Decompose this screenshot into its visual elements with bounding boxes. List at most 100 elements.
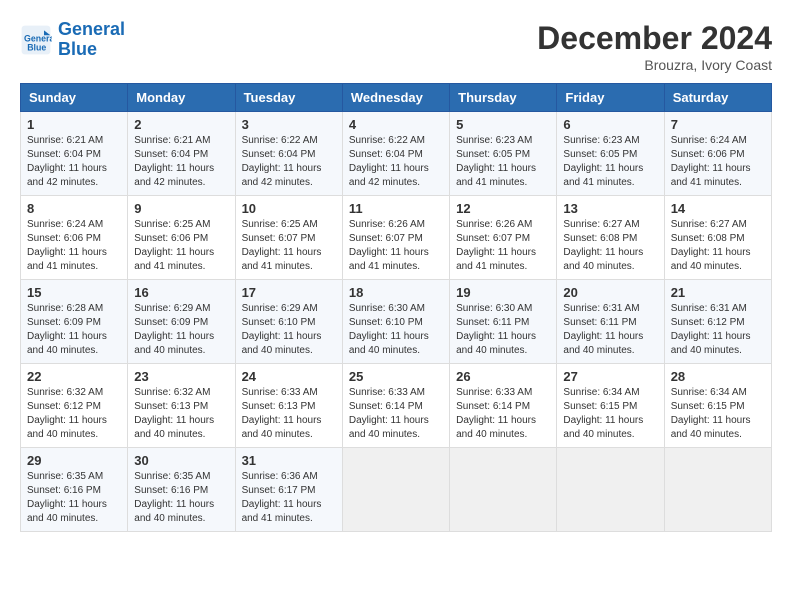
calendar-table: Sunday Monday Tuesday Wednesday Thursday…	[20, 83, 772, 532]
calendar-cell: 13 Sunrise: 6:27 AM Sunset: 6:08 PM Dayl…	[557, 196, 664, 280]
day-info: Sunrise: 6:24 AM Sunset: 6:06 PM Dayligh…	[27, 218, 121, 274]
day-info: Sunrise: 6:31 AM Sunset: 6:12 PM Dayligh…	[671, 302, 765, 358]
day-number: 25	[349, 369, 443, 384]
header-monday: Monday	[128, 84, 235, 112]
calendar-cell: 28 Sunrise: 6:34 AM Sunset: 6:15 PM Dayl…	[664, 364, 771, 448]
day-info: Sunrise: 6:34 AM Sunset: 6:15 PM Dayligh…	[563, 386, 657, 442]
calendar-cell: 23 Sunrise: 6:32 AM Sunset: 6:13 PM Dayl…	[128, 364, 235, 448]
logo: General Blue General Blue	[20, 20, 125, 60]
calendar-cell: 11 Sunrise: 6:26 AM Sunset: 6:07 PM Dayl…	[342, 196, 449, 280]
day-number: 12	[456, 201, 550, 216]
calendar-cell: 6 Sunrise: 6:23 AM Sunset: 6:05 PM Dayli…	[557, 112, 664, 196]
calendar-cell: 27 Sunrise: 6:34 AM Sunset: 6:15 PM Dayl…	[557, 364, 664, 448]
day-number: 29	[27, 453, 121, 468]
day-number: 7	[671, 117, 765, 132]
calendar-cell: 9 Sunrise: 6:25 AM Sunset: 6:06 PM Dayli…	[128, 196, 235, 280]
day-number: 16	[134, 285, 228, 300]
day-number: 14	[671, 201, 765, 216]
day-number: 3	[242, 117, 336, 132]
day-info: Sunrise: 6:29 AM Sunset: 6:10 PM Dayligh…	[242, 302, 336, 358]
calendar-cell	[342, 448, 449, 532]
calendar-cell	[450, 448, 557, 532]
day-info: Sunrise: 6:35 AM Sunset: 6:16 PM Dayligh…	[134, 470, 228, 526]
calendar-cell: 19 Sunrise: 6:30 AM Sunset: 6:11 PM Dayl…	[450, 280, 557, 364]
header-tuesday: Tuesday	[235, 84, 342, 112]
day-info: Sunrise: 6:33 AM Sunset: 6:14 PM Dayligh…	[456, 386, 550, 442]
calendar-cell: 31 Sunrise: 6:36 AM Sunset: 6:17 PM Dayl…	[235, 448, 342, 532]
calendar-cell: 21 Sunrise: 6:31 AM Sunset: 6:12 PM Dayl…	[664, 280, 771, 364]
calendar-cell: 14 Sunrise: 6:27 AM Sunset: 6:08 PM Dayl…	[664, 196, 771, 280]
calendar-cell: 24 Sunrise: 6:33 AM Sunset: 6:13 PM Dayl…	[235, 364, 342, 448]
day-number: 6	[563, 117, 657, 132]
day-info: Sunrise: 6:35 AM Sunset: 6:16 PM Dayligh…	[27, 470, 121, 526]
day-info: Sunrise: 6:21 AM Sunset: 6:04 PM Dayligh…	[134, 134, 228, 190]
calendar-cell: 16 Sunrise: 6:29 AM Sunset: 6:09 PM Dayl…	[128, 280, 235, 364]
calendar-cell	[664, 448, 771, 532]
day-info: Sunrise: 6:23 AM Sunset: 6:05 PM Dayligh…	[456, 134, 550, 190]
calendar-subtitle: Brouzra, Ivory Coast	[537, 57, 772, 73]
day-info: Sunrise: 6:28 AM Sunset: 6:09 PM Dayligh…	[27, 302, 121, 358]
header-saturday: Saturday	[664, 84, 771, 112]
day-info: Sunrise: 6:36 AM Sunset: 6:17 PM Dayligh…	[242, 470, 336, 526]
day-number: 26	[456, 369, 550, 384]
day-number: 22	[27, 369, 121, 384]
calendar-week-1: 1 Sunrise: 6:21 AM Sunset: 6:04 PM Dayli…	[21, 112, 772, 196]
day-info: Sunrise: 6:22 AM Sunset: 6:04 PM Dayligh…	[242, 134, 336, 190]
day-info: Sunrise: 6:33 AM Sunset: 6:13 PM Dayligh…	[242, 386, 336, 442]
day-info: Sunrise: 6:32 AM Sunset: 6:13 PM Dayligh…	[134, 386, 228, 442]
day-info: Sunrise: 6:26 AM Sunset: 6:07 PM Dayligh…	[456, 218, 550, 274]
calendar-cell: 8 Sunrise: 6:24 AM Sunset: 6:06 PM Dayli…	[21, 196, 128, 280]
calendar-cell: 12 Sunrise: 6:26 AM Sunset: 6:07 PM Dayl…	[450, 196, 557, 280]
day-info: Sunrise: 6:27 AM Sunset: 6:08 PM Dayligh…	[671, 218, 765, 274]
day-info: Sunrise: 6:29 AM Sunset: 6:09 PM Dayligh…	[134, 302, 228, 358]
day-number: 30	[134, 453, 228, 468]
day-number: 13	[563, 201, 657, 216]
day-info: Sunrise: 6:24 AM Sunset: 6:06 PM Dayligh…	[671, 134, 765, 190]
logo-icon: General Blue	[20, 24, 52, 56]
day-info: Sunrise: 6:34 AM Sunset: 6:15 PM Dayligh…	[671, 386, 765, 442]
header-thursday: Thursday	[450, 84, 557, 112]
day-info: Sunrise: 6:30 AM Sunset: 6:10 PM Dayligh…	[349, 302, 443, 358]
day-number: 15	[27, 285, 121, 300]
calendar-cell: 4 Sunrise: 6:22 AM Sunset: 6:04 PM Dayli…	[342, 112, 449, 196]
calendar-cell: 17 Sunrise: 6:29 AM Sunset: 6:10 PM Dayl…	[235, 280, 342, 364]
day-number: 10	[242, 201, 336, 216]
day-info: Sunrise: 6:21 AM Sunset: 6:04 PM Dayligh…	[27, 134, 121, 190]
calendar-cell: 18 Sunrise: 6:30 AM Sunset: 6:10 PM Dayl…	[342, 280, 449, 364]
logo-line1: General	[58, 19, 125, 39]
day-number: 27	[563, 369, 657, 384]
calendar-cell: 7 Sunrise: 6:24 AM Sunset: 6:06 PM Dayli…	[664, 112, 771, 196]
day-info: Sunrise: 6:25 AM Sunset: 6:06 PM Dayligh…	[134, 218, 228, 274]
day-number: 5	[456, 117, 550, 132]
calendar-cell: 5 Sunrise: 6:23 AM Sunset: 6:05 PM Dayli…	[450, 112, 557, 196]
calendar-cell: 20 Sunrise: 6:31 AM Sunset: 6:11 PM Dayl…	[557, 280, 664, 364]
calendar-body: 1 Sunrise: 6:21 AM Sunset: 6:04 PM Dayli…	[21, 112, 772, 532]
day-info: Sunrise: 6:33 AM Sunset: 6:14 PM Dayligh…	[349, 386, 443, 442]
day-info: Sunrise: 6:30 AM Sunset: 6:11 PM Dayligh…	[456, 302, 550, 358]
logo-text: General Blue	[58, 20, 125, 60]
svg-text:Blue: Blue	[27, 42, 46, 52]
calendar-cell: 3 Sunrise: 6:22 AM Sunset: 6:04 PM Dayli…	[235, 112, 342, 196]
day-number: 20	[563, 285, 657, 300]
calendar-cell: 10 Sunrise: 6:25 AM Sunset: 6:07 PM Dayl…	[235, 196, 342, 280]
day-info: Sunrise: 6:23 AM Sunset: 6:05 PM Dayligh…	[563, 134, 657, 190]
calendar-cell: 29 Sunrise: 6:35 AM Sunset: 6:16 PM Dayl…	[21, 448, 128, 532]
day-info: Sunrise: 6:22 AM Sunset: 6:04 PM Dayligh…	[349, 134, 443, 190]
calendar-week-5: 29 Sunrise: 6:35 AM Sunset: 6:16 PM Dayl…	[21, 448, 772, 532]
day-number: 23	[134, 369, 228, 384]
day-number: 9	[134, 201, 228, 216]
calendar-cell: 15 Sunrise: 6:28 AM Sunset: 6:09 PM Dayl…	[21, 280, 128, 364]
calendar-header-row: Sunday Monday Tuesday Wednesday Thursday…	[21, 84, 772, 112]
day-number: 31	[242, 453, 336, 468]
day-info: Sunrise: 6:32 AM Sunset: 6:12 PM Dayligh…	[27, 386, 121, 442]
calendar-cell	[557, 448, 664, 532]
day-info: Sunrise: 6:31 AM Sunset: 6:11 PM Dayligh…	[563, 302, 657, 358]
day-number: 1	[27, 117, 121, 132]
calendar-cell: 22 Sunrise: 6:32 AM Sunset: 6:12 PM Dayl…	[21, 364, 128, 448]
calendar-cell: 2 Sunrise: 6:21 AM Sunset: 6:04 PM Dayli…	[128, 112, 235, 196]
calendar-cell: 30 Sunrise: 6:35 AM Sunset: 6:16 PM Dayl…	[128, 448, 235, 532]
day-number: 8	[27, 201, 121, 216]
day-number: 17	[242, 285, 336, 300]
calendar-title: December 2024	[537, 20, 772, 57]
day-number: 11	[349, 201, 443, 216]
